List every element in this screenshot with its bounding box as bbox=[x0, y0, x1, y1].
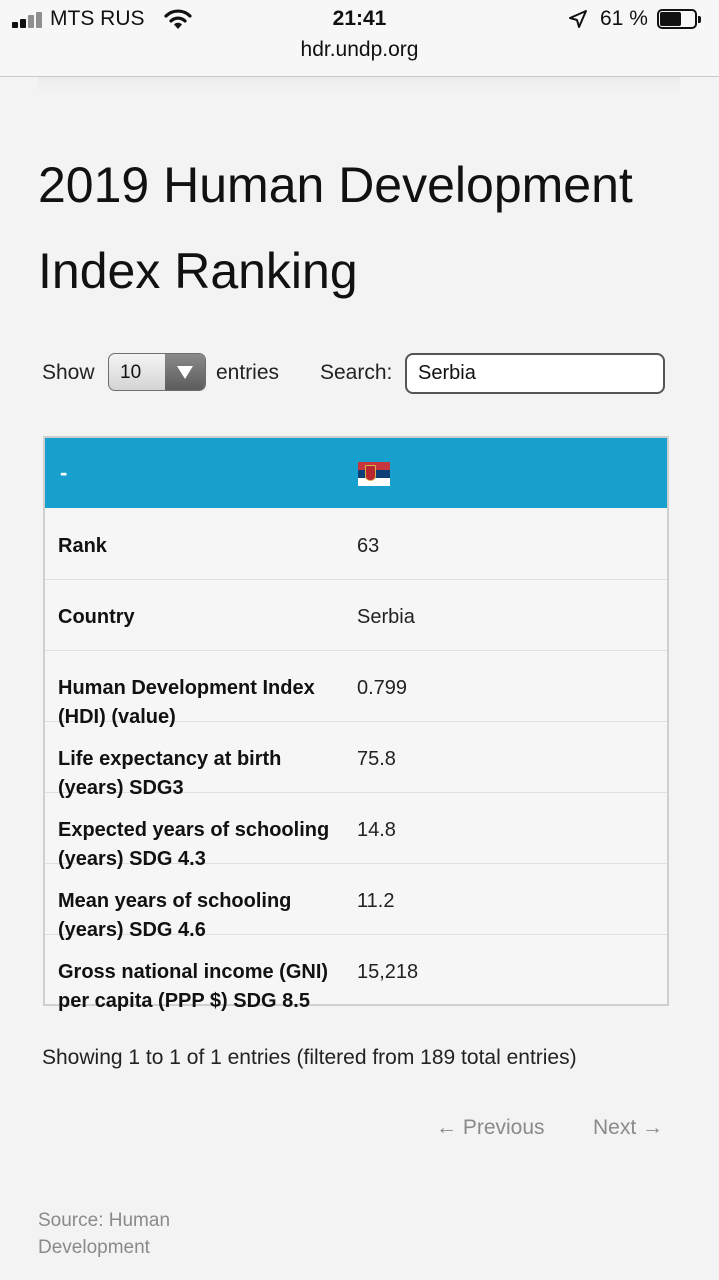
battery-percent: 61 % bbox=[600, 7, 648, 30]
row-value: 63 bbox=[357, 535, 380, 557]
hdi-table: - Rank 63 Country Serbia Human Developme… bbox=[43, 436, 669, 1012]
row-label: Gross national income (GNI) per capita (… bbox=[58, 961, 329, 1012]
row-label: Rank bbox=[58, 535, 107, 557]
page-title: 2019 Human Development Index Ranking bbox=[38, 157, 633, 299]
search-label: Search: bbox=[320, 361, 393, 384]
row-label: Country bbox=[58, 606, 135, 628]
row-value: 11.2 bbox=[357, 890, 395, 912]
row-value: 0.799 bbox=[357, 677, 408, 699]
row-value: 14.8 bbox=[357, 819, 396, 841]
status-bar: MTS RUS 21:41 61 % hdr.undp.org bbox=[0, 0, 719, 77]
table-row: Life expectancy at birth (years) SDG3 75… bbox=[45, 721, 667, 799]
show-label: Show bbox=[42, 361, 95, 384]
row-value: 75.8 bbox=[357, 748, 396, 770]
location-arrow-icon bbox=[569, 10, 587, 28]
table-row: Gross national income (GNI) per capita (… bbox=[45, 934, 667, 1012]
next-page-button[interactable]: Next → bbox=[593, 1116, 663, 1140]
screen: MTS RUS 21:41 61 % hdr.undp.org 2019 Hum… bbox=[0, 0, 719, 1280]
table-info: Showing 1 to 1 of 1 entries (filtered fr… bbox=[42, 1046, 577, 1069]
battery-icon bbox=[657, 9, 701, 29]
entries-label: entries bbox=[216, 361, 280, 384]
row-value: Serbia bbox=[357, 606, 415, 628]
table-row: Mean years of schooling (years) SDG 4.6 … bbox=[45, 863, 667, 941]
header-collapse-label: - bbox=[60, 460, 68, 485]
table-row: Country Serbia bbox=[45, 579, 667, 651]
entries-per-page-value: 10 bbox=[120, 362, 142, 383]
url-bar[interactable]: hdr.undp.org bbox=[0, 38, 719, 62]
previous-page-button[interactable]: ← Previous bbox=[436, 1116, 545, 1140]
table-row: Human Development Index (HDI) (value) 0.… bbox=[45, 650, 667, 728]
table-row: Rank 63 bbox=[45, 508, 667, 580]
dropdown-toggle[interactable] bbox=[165, 354, 205, 390]
table-header-row[interactable]: - bbox=[45, 438, 667, 508]
entries-per-page-select[interactable]: 10 bbox=[108, 353, 206, 391]
table-row: Expected years of schooling (years) SDG … bbox=[45, 792, 667, 870]
source-note: Source: Human Development bbox=[38, 1210, 171, 1258]
search-input[interactable] bbox=[405, 353, 665, 394]
row-value: 15,218 bbox=[357, 961, 419, 983]
top-shadow-divider bbox=[38, 77, 680, 95]
chevron-down-icon bbox=[177, 366, 193, 379]
serbia-flag-icon bbox=[358, 462, 390, 486]
